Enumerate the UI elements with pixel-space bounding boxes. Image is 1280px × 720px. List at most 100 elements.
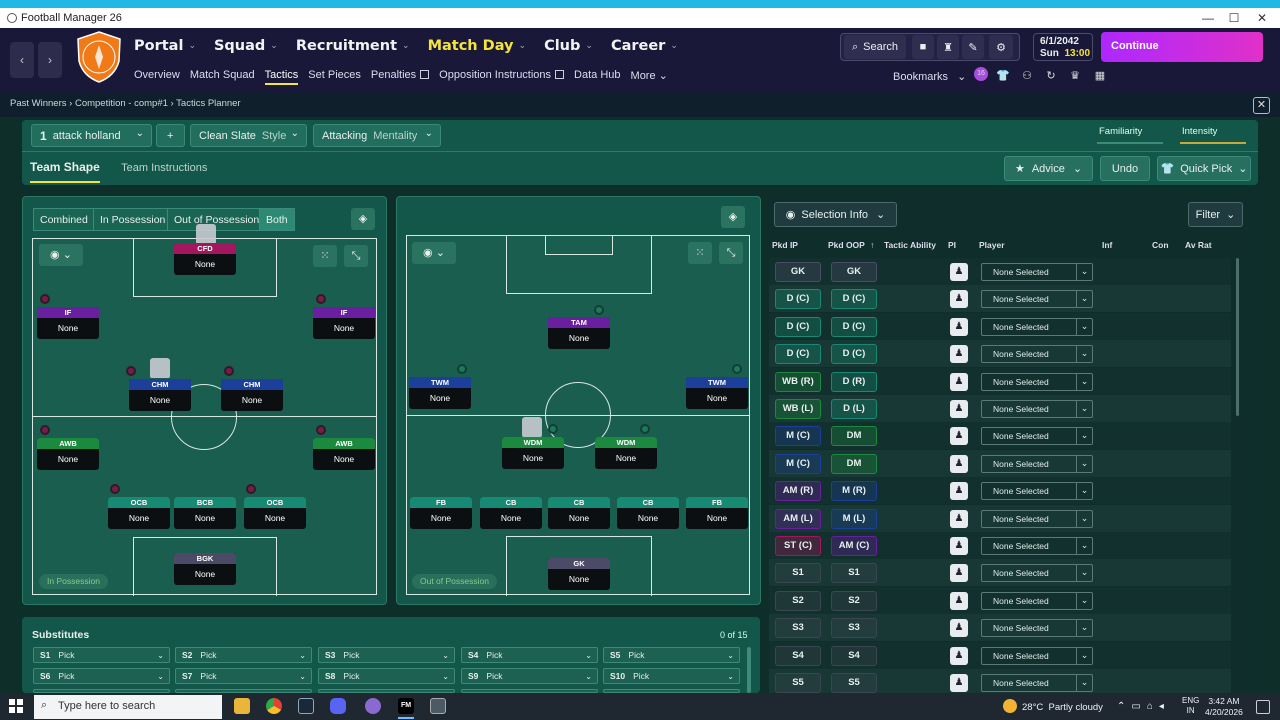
pkd-oop-cell[interactable]: D (R) (831, 371, 877, 392)
refresh-icon[interactable]: ↻ (1044, 69, 1058, 83)
pkd-oop-cell[interactable]: DM (831, 453, 877, 474)
pkd-oop-cell[interactable]: D (C) (831, 316, 877, 337)
position-card[interactable]: WDM None (502, 437, 564, 469)
substitute-slot[interactable]: S8 Pick ⌄ (318, 668, 455, 684)
search-button[interactable]: ⌕ Search (844, 35, 906, 59)
substitute-slot[interactable]: S4 Pick ⌄ (461, 647, 598, 663)
chrome-icon[interactable] (266, 698, 282, 714)
pkd-oop-cell[interactable]: D (L) (831, 399, 877, 419)
nav-club[interactable]: Club ⌄ (544, 36, 593, 56)
pkd-ip-cell[interactable]: D (C) (775, 344, 821, 365)
player-select[interactable]: None Selected ⌄ (981, 537, 1093, 555)
position-card[interactable]: IF None (313, 307, 375, 339)
position-card[interactable]: WDM None (595, 437, 657, 469)
player-select[interactable]: None Selected ⌄ (981, 482, 1093, 501)
pkd-ip-cell[interactable]: S5 (775, 673, 821, 693)
player-select[interactable]: None Selected ⌄ (981, 400, 1093, 418)
move-icon[interactable]: ◈ (351, 208, 375, 230)
pkd-ip-cell[interactable]: S2 (775, 590, 821, 611)
substitute-slot[interactable]: S1 Pick ⌄ (33, 647, 170, 663)
notification-badge[interactable]: 16 (974, 67, 988, 81)
nav-career[interactable]: Career ⌄ (611, 36, 678, 56)
forward-button[interactable]: › (38, 42, 62, 78)
subnav-opposition-instructions[interactable]: Opposition Instructions (439, 69, 565, 85)
system-tray-icons[interactable]: ⌃▭⌂◂ (1117, 701, 1170, 712)
pkd-oop-cell[interactable]: D (C) (831, 344, 877, 365)
player-select[interactable]: None Selected ⌄ (981, 509, 1093, 528)
notifications-icon[interactable] (1256, 700, 1270, 714)
person-icon[interactable]: ♟ (950, 454, 968, 473)
pkd-ip-cell[interactable]: S1 (775, 563, 821, 584)
pkd-oop-cell[interactable]: S3 (831, 618, 877, 639)
subnav-overview[interactable]: Overview (134, 69, 180, 85)
app-icon[interactable] (430, 698, 446, 714)
player-select[interactable]: None Selected ⌄ (981, 674, 1093, 692)
scrollbar[interactable] (747, 647, 751, 693)
shirt-icon[interactable]: 👕 (996, 69, 1010, 83)
col-tactic-ability[interactable]: Tactic Ability (884, 240, 936, 250)
back-button[interactable]: ‹ (10, 42, 34, 78)
substitute-slot[interactable]: S2 Pick ⌄ (175, 647, 312, 663)
pkd-oop-cell[interactable]: M (L) (831, 508, 877, 529)
player-select[interactable]: None Selected ⌄ (981, 591, 1093, 610)
substitute-slot[interactable]: S5 Pick ⌄ (603, 647, 740, 663)
browser-icon[interactable] (365, 698, 381, 714)
calendar-icon[interactable]: ▦ (1093, 69, 1107, 83)
discord-icon[interactable] (330, 698, 346, 714)
subnav-penalties[interactable]: Penalties (371, 69, 430, 85)
style-select[interactable]: Clean Slate Style ⌄ (190, 124, 307, 147)
nav-squad[interactable]: Squad ⌄ (214, 36, 278, 56)
nav-portal[interactable]: Portal ⌄ (134, 36, 196, 56)
settings-gear-icon[interactable]: ⚙ (989, 35, 1013, 59)
pkd-ip-cell[interactable]: GK (775, 262, 821, 282)
selection-info-dropdown[interactable]: ◉ Selection Info ⌄ (774, 202, 897, 227)
substitute-slot[interactable]: S7 Pick ⌄ (175, 668, 312, 684)
subnav-data-hub[interactable]: Data Hub (574, 69, 620, 85)
move-icon[interactable]: ◈ (721, 206, 745, 228)
position-card[interactable]: FB None (410, 497, 472, 529)
position-card[interactable]: CHM None (129, 379, 191, 411)
position-card[interactable]: AWB None (313, 438, 375, 470)
position-card[interactable]: CB None (617, 497, 679, 529)
position-card[interactable]: TWM None (409, 377, 471, 409)
subnav-match-squad[interactable]: Match Squad (190, 69, 255, 85)
substitute-slot[interactable]: S9 Pick ⌄ (461, 668, 598, 684)
file-explorer-icon[interactable] (234, 698, 250, 714)
language-indicator[interactable]: ENG IN (1182, 696, 1199, 716)
tab-team-instructions[interactable]: Team Instructions (121, 162, 207, 174)
person-icon[interactable]: ♟ (950, 482, 968, 501)
player-select[interactable]: None Selected ⌄ (981, 619, 1093, 638)
pkd-ip-cell[interactable]: M (C) (775, 453, 821, 474)
person-icon[interactable]: ♟ (950, 290, 968, 309)
position-card[interactable]: CB None (480, 497, 542, 529)
person-icon[interactable]: ♟ (950, 537, 968, 555)
position-card[interactable]: CHM None (221, 379, 283, 411)
pkd-ip-cell[interactable]: AM (R) (775, 481, 821, 502)
phase-both[interactable]: Both (259, 208, 295, 231)
player-select[interactable]: None Selected ⌄ (981, 454, 1093, 473)
person-icon[interactable]: ♟ (950, 674, 968, 692)
undo-button[interactable]: Undo (1100, 156, 1150, 181)
person-icon[interactable]: ♟ (950, 619, 968, 638)
player-select[interactable]: None Selected ⌄ (981, 290, 1093, 309)
close-icon[interactable]: ✕ (1253, 97, 1270, 114)
position-card[interactable]: BGK None (174, 553, 236, 585)
visibility-toggle[interactable]: ◉ ⌄ (412, 242, 456, 264)
bookmarks-dropdown[interactable]: Bookmarks ⌄ (893, 70, 966, 83)
expand-icon[interactable]: ⤡ (719, 242, 743, 264)
phase-in-possession[interactable]: In Possession (93, 208, 173, 231)
pkd-ip-cell[interactable]: WB (L) (775, 399, 821, 419)
subnav-tactics[interactable]: Tactics (264, 69, 299, 85)
person-icon[interactable]: ♟ (950, 372, 968, 391)
pkd-oop-cell[interactable]: DM (831, 426, 877, 447)
advice-button[interactable]: ★ Advice ⌄ (1004, 156, 1093, 181)
substitute-slot[interactable]: S10 Pick ⌄ (603, 668, 740, 684)
subnav-set-pieces[interactable]: Set Pieces (308, 69, 361, 85)
player-select[interactable]: None Selected ⌄ (981, 317, 1093, 336)
quick-pick-button[interactable]: 👕 Quick Pick ⌄ (1157, 156, 1251, 181)
pen-icon[interactable]: ✎ (962, 35, 984, 59)
pkd-ip-cell[interactable]: WB (R) (775, 371, 821, 392)
nav-recruitment[interactable]: Recruitment ⌄ (296, 36, 410, 56)
pkd-ip-cell[interactable]: D (C) (775, 289, 821, 310)
tab-team-shape[interactable]: Team Shape (30, 160, 100, 183)
